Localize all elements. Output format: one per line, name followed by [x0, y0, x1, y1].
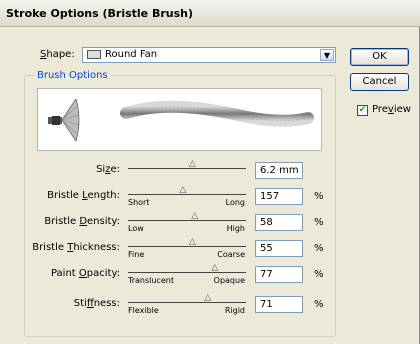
param-min-label: Short — [128, 198, 150, 207]
param-slider-thumb[interactable]: △ — [211, 264, 218, 273]
shape-select-value: Round Fan — [105, 49, 158, 60]
param-slider-thumb[interactable]: △ — [204, 294, 211, 303]
chevron-down-icon[interactable]: ▼ — [320, 49, 334, 61]
stroke-options-dialog: Stroke Options (Bristle Brush) Shape: Ro… — [0, 0, 420, 344]
preview-checkbox[interactable]: ✔ — [357, 105, 368, 116]
cancel-button[interactable]: Cancel — [350, 73, 409, 91]
param-min-label: Fine — [128, 250, 145, 259]
param-unit: % — [314, 191, 324, 202]
param-unit: % — [314, 299, 324, 310]
param-value-field[interactable]: 58 — [255, 214, 303, 231]
param-max-label: Coarse — [217, 250, 245, 259]
param-value-field[interactable]: 157 — [255, 188, 303, 205]
param-slider-thumb[interactable]: △ — [179, 186, 186, 195]
param-max-label: Long — [225, 198, 245, 207]
shape-select[interactable]: Round Fan ▼ — [82, 47, 336, 63]
param-slider-track[interactable] — [128, 194, 246, 195]
param-min-label: Low — [128, 224, 144, 233]
param-max-label: High — [226, 224, 245, 233]
param-slider-thumb[interactable]: △ — [189, 238, 196, 247]
param-unit: % — [314, 269, 324, 280]
param-slider-track[interactable] — [128, 302, 246, 303]
fan-brush-icon — [48, 98, 80, 142]
shape-label: Shape: — [40, 49, 75, 60]
param-value-field[interactable]: 77 — [255, 266, 303, 283]
param-unit: % — [314, 217, 324, 228]
stroke-sample — [120, 100, 314, 127]
param-label: Bristle Thickness: — [32, 242, 120, 253]
param-label: Stiffness: — [73, 298, 120, 309]
param-value-field[interactable]: 71 — [255, 296, 303, 313]
param-label: Size: — [96, 164, 120, 175]
brush-preview — [37, 88, 322, 151]
param-slider-track[interactable] — [128, 246, 246, 247]
param-slider-thumb[interactable]: △ — [189, 160, 196, 169]
param-label: Paint Opacity: — [50, 268, 120, 279]
title-bar: Stroke Options (Bristle Brush) — [0, 0, 420, 27]
param-label: Bristle Density: — [44, 216, 120, 227]
param-value-field[interactable]: 6.2 mm — [255, 162, 303, 179]
round-fan-icon — [87, 50, 101, 59]
param-min-label: Translucent — [128, 276, 174, 285]
param-min-label: Flexible — [128, 306, 159, 315]
param-slider-thumb[interactable]: △ — [191, 212, 198, 221]
param-max-label: Opaque — [213, 276, 245, 285]
param-slider-track[interactable] — [128, 168, 246, 169]
param-slider-track[interactable] — [128, 272, 246, 273]
brush-stroke-preview — [48, 98, 314, 142]
param-slider-track[interactable] — [128, 220, 246, 221]
ok-button[interactable]: OK — [350, 48, 409, 66]
param-unit: % — [314, 243, 324, 254]
param-value-field[interactable]: 55 — [255, 240, 303, 257]
dialog-title: Stroke Options (Bristle Brush) — [6, 7, 194, 20]
param-max-label: Rigid — [224, 306, 245, 315]
param-label: Bristle Length: — [47, 190, 120, 201]
preview-label[interactable]: Preview — [372, 104, 411, 115]
brush-options-title: Brush Options — [34, 70, 111, 81]
